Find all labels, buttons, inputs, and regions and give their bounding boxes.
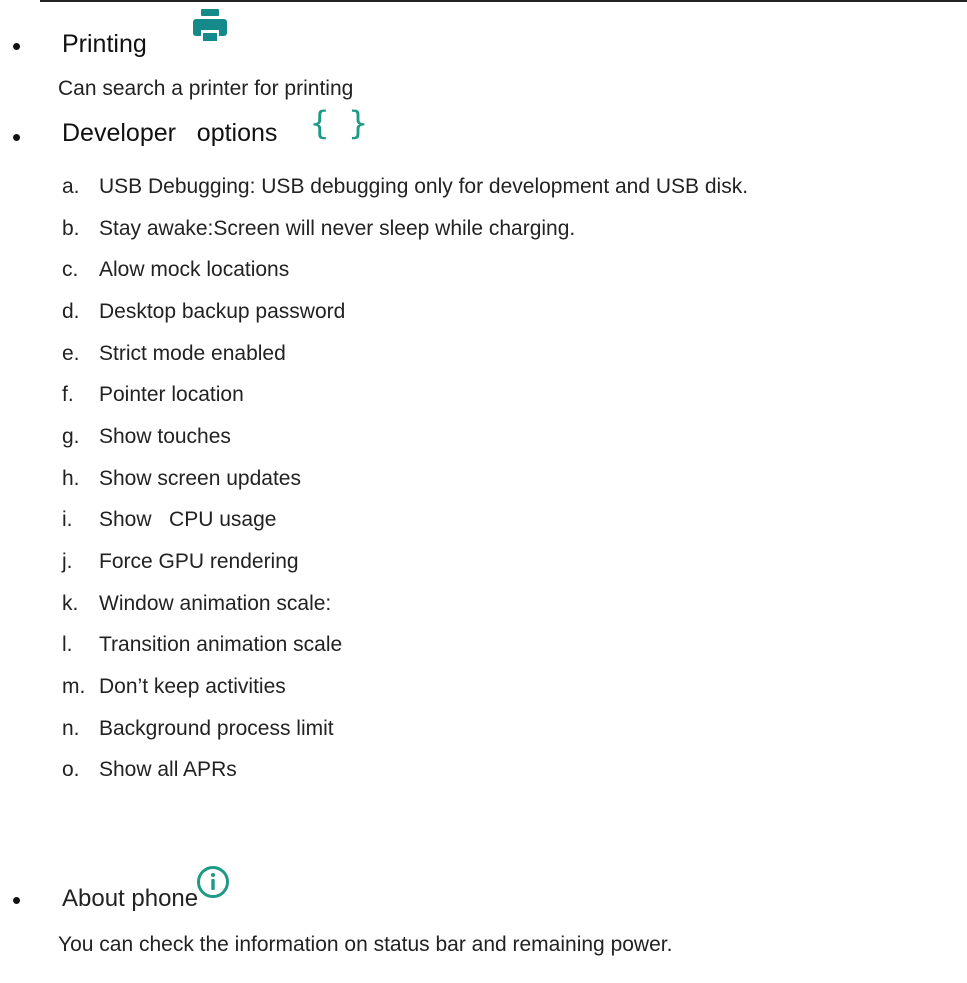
list-item: g. Show touches	[62, 424, 231, 448]
list-item: n. Background process limit	[62, 716, 334, 740]
list-item: b. Stay awake:Screen will never sleep whi…	[62, 216, 576, 240]
list-item: d. Desktop backup password	[62, 299, 346, 323]
list-item: m. Don’t keep activities	[62, 675, 286, 699]
developer-bullet: •	[12, 122, 22, 152]
developer-options-list: a. USB Debugging: USB debugging only for …	[62, 166, 962, 791]
about-bullet: •	[12, 885, 22, 915]
printing-description: Can search a printer for printing	[58, 77, 354, 100]
list-item: h. Show screen updates	[62, 466, 301, 490]
list-item: f. Pointer location	[62, 383, 244, 407]
list-item: j. Force GPU rendering	[62, 550, 299, 574]
developer-options-title: Developer options	[62, 119, 278, 147]
list-item: i. Show CPU usage	[62, 508, 277, 532]
list-item: c. Alow mock locations	[62, 258, 290, 282]
about-phone-title: About phone	[62, 885, 199, 912]
list-item: k. Window animation scale:	[62, 591, 332, 615]
printing-title: Printing	[62, 30, 147, 58]
list-item: a. USB Debugging: USB debugging only for …	[62, 174, 749, 198]
list-item: e. Strict mode enabled	[62, 341, 286, 365]
info-icon	[197, 866, 229, 898]
top-divider	[40, 0, 967, 2]
printing-bullet: •	[12, 31, 22, 61]
printer-icon	[193, 9, 227, 43]
list-item: o. Show all APRs	[62, 758, 237, 782]
braces-icon: { }	[310, 104, 368, 142]
about-phone-description: You can check the information on status …	[58, 933, 673, 956]
list-item: l. Transition animation scale	[62, 633, 343, 657]
